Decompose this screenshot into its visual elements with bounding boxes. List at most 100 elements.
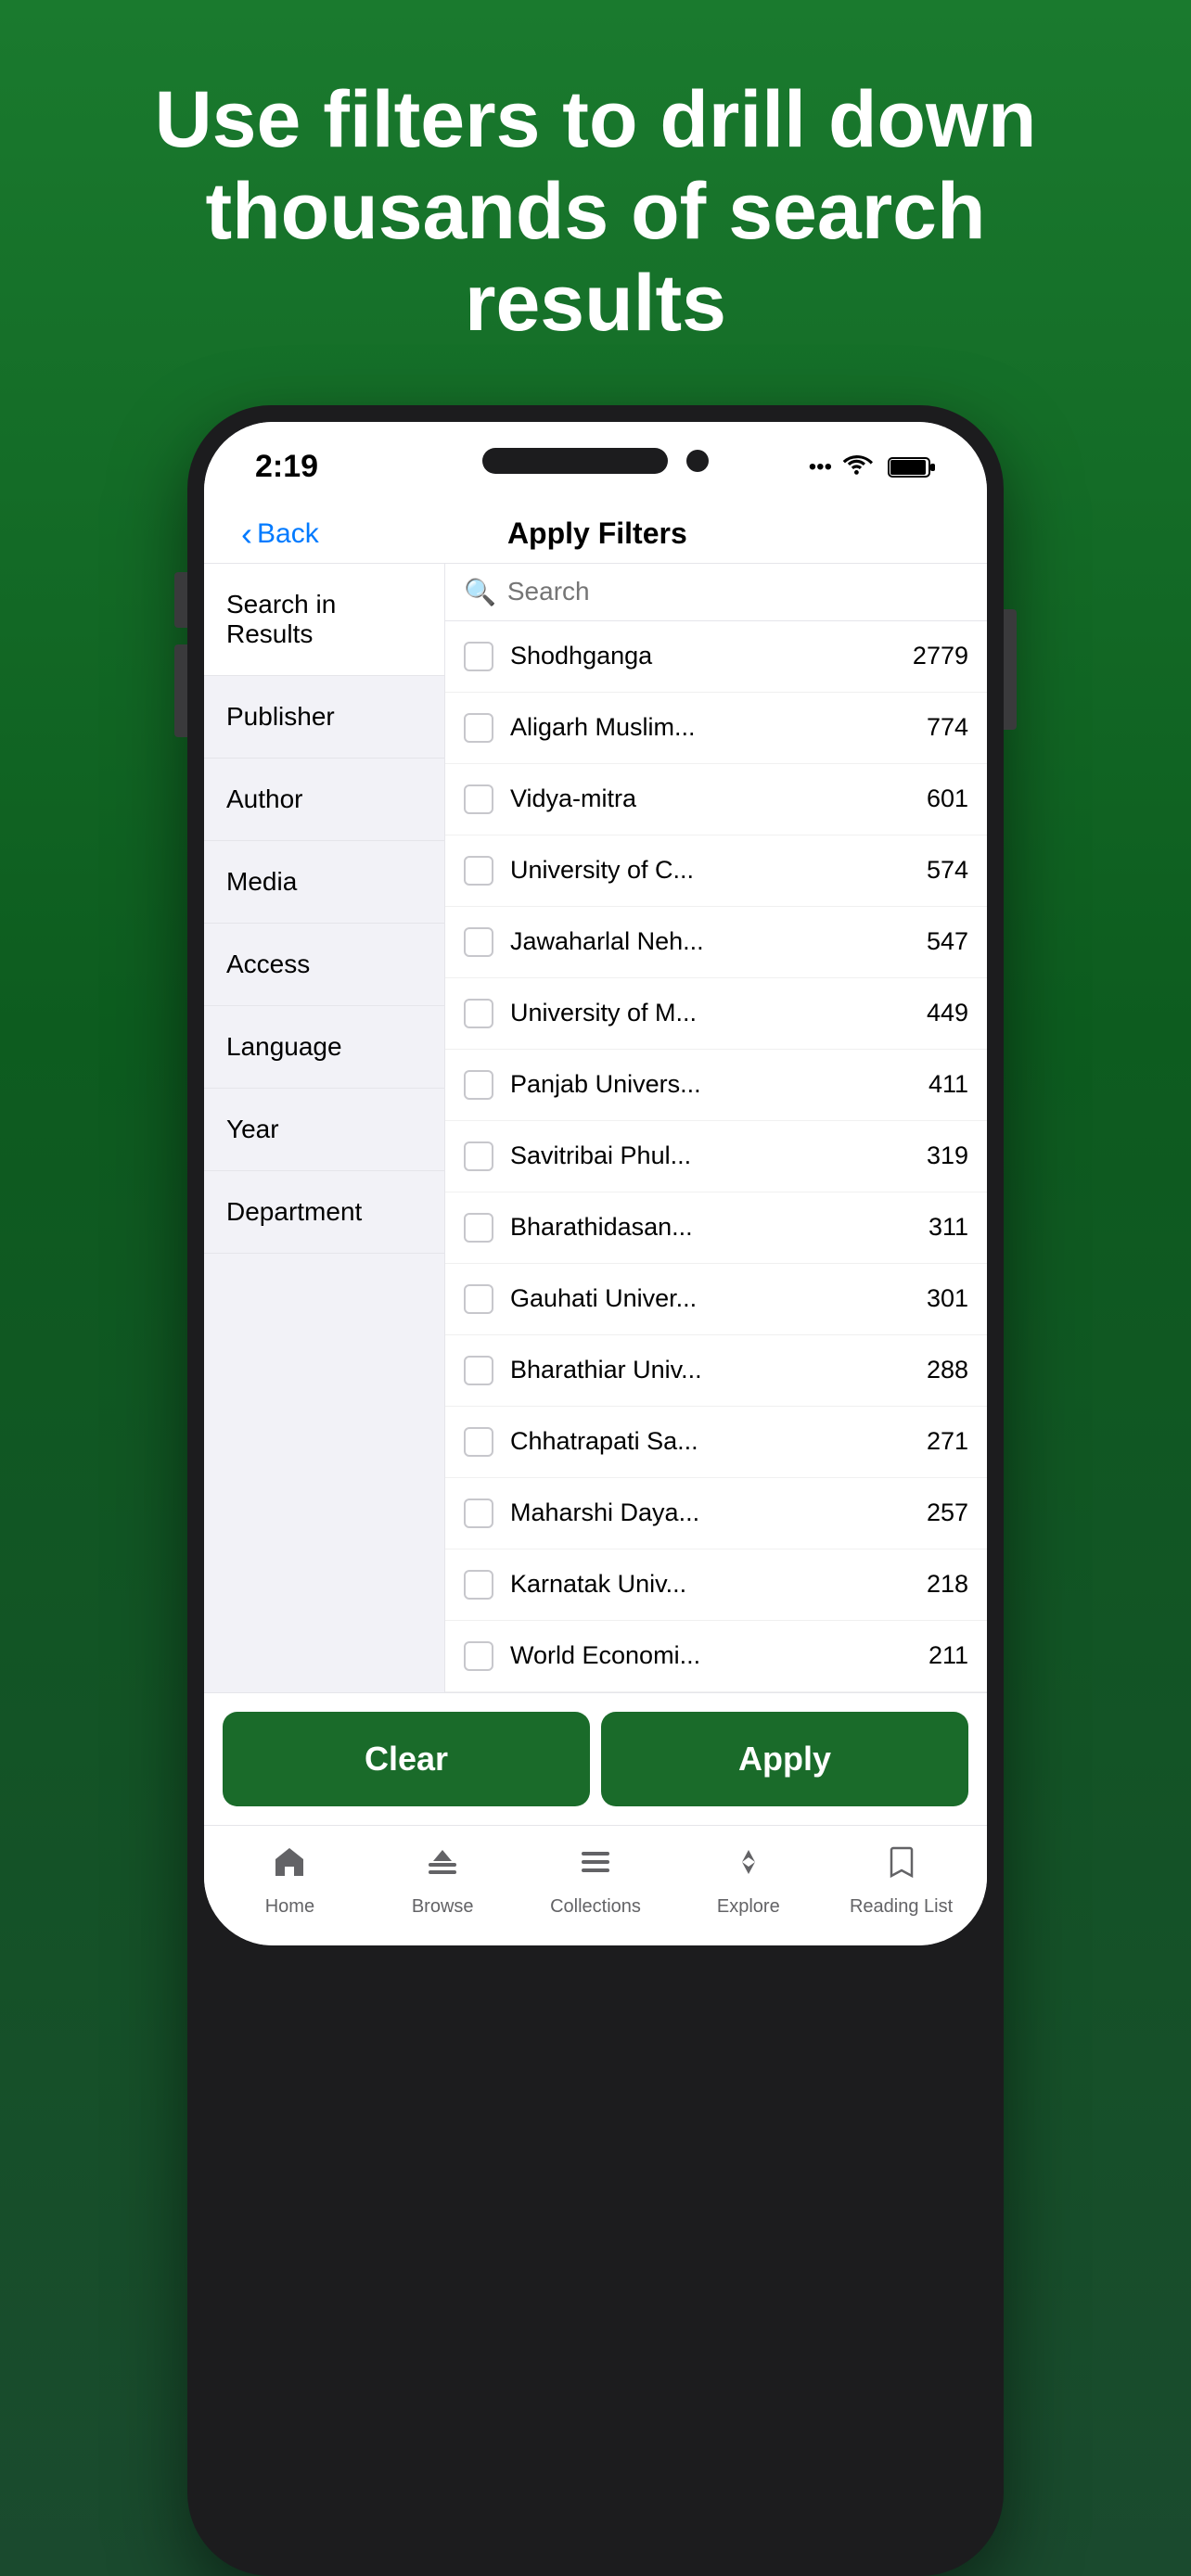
result-name: Gauhati Univer... bbox=[510, 1284, 910, 1313]
result-checkbox[interactable] bbox=[464, 784, 493, 814]
filter-sidebar: Search in Results Publisher Author Media… bbox=[204, 564, 445, 1692]
battery-icon bbox=[888, 455, 936, 479]
bottom-buttons: Clear Apply bbox=[204, 1692, 987, 1825]
side-buttons bbox=[174, 572, 187, 737]
back-label: Back bbox=[257, 518, 319, 550]
wifi-icon bbox=[843, 455, 877, 479]
result-row[interactable]: Panjab Univers... 411 bbox=[445, 1050, 987, 1121]
filter-publisher[interactable]: Publisher bbox=[204, 676, 444, 759]
result-name: University of M... bbox=[510, 999, 910, 1027]
result-name: Panjab Univers... bbox=[510, 1070, 912, 1099]
result-count: 574 bbox=[927, 856, 968, 885]
filter-author[interactable]: Author bbox=[204, 759, 444, 841]
signal-icon: ••• bbox=[809, 454, 832, 480]
tab-collections-label: Collections bbox=[550, 1896, 641, 1918]
result-row[interactable]: Bharathiar Univ... 288 bbox=[445, 1335, 987, 1407]
result-row[interactable]: Chhatrapati Sa...271 bbox=[445, 1407, 987, 1478]
result-count: 449 bbox=[927, 999, 968, 1027]
phone-wrapper: 2:19 ••• bbox=[178, 405, 1013, 2576]
result-checkbox[interactable] bbox=[464, 927, 493, 957]
tab-explore-label: Explore bbox=[717, 1896, 780, 1918]
search-input[interactable] bbox=[507, 577, 968, 606]
result-count: 211 bbox=[928, 1641, 968, 1670]
nav-bar: ‹ Back Apply Filters bbox=[204, 496, 987, 564]
clear-button[interactable]: Clear bbox=[223, 1712, 590, 1806]
result-name: Chhatrapati Sa... bbox=[510, 1427, 910, 1456]
results-panel: 🔍 Shodhganga2779 Aligarh Muslim... 774 Vidy… bbox=[445, 564, 987, 1692]
back-chevron-icon: ‹ bbox=[241, 515, 252, 554]
apply-button[interactable]: Apply bbox=[601, 1712, 968, 1806]
result-checkbox[interactable] bbox=[464, 1498, 493, 1528]
tab-reading-list-label: Reading List bbox=[850, 1896, 953, 1918]
result-row[interactable]: Jawaharlal Neh... 547 bbox=[445, 907, 987, 978]
result-row[interactable]: World Economi... 211 bbox=[445, 1621, 987, 1692]
filter-access[interactable]: Access bbox=[204, 924, 444, 1006]
result-name: Aligarh Muslim... bbox=[510, 713, 910, 742]
result-count: 288 bbox=[927, 1356, 968, 1384]
search-box: 🔍 bbox=[445, 564, 987, 621]
result-name: Maharshi Daya... bbox=[510, 1498, 910, 1527]
result-checkbox[interactable] bbox=[464, 1213, 493, 1243]
browse-icon bbox=[425, 1844, 460, 1889]
result-checkbox[interactable] bbox=[464, 1141, 493, 1171]
result-count: 311 bbox=[928, 1213, 968, 1242]
result-count: 411 bbox=[928, 1070, 968, 1099]
notch-area bbox=[482, 448, 709, 474]
result-row[interactable]: Karnatak Univ... 218 bbox=[445, 1549, 987, 1621]
result-row[interactable]: University of M... 449 bbox=[445, 978, 987, 1050]
result-checkbox[interactable] bbox=[464, 1356, 493, 1385]
results-container: Shodhganga2779 Aligarh Muslim... 774 Vidya-… bbox=[445, 621, 987, 1692]
result-count: 2779 bbox=[913, 642, 968, 670]
result-row[interactable]: Bharathidasan... 311 bbox=[445, 1192, 987, 1264]
result-checkbox[interactable] bbox=[464, 1570, 493, 1600]
result-checkbox[interactable] bbox=[464, 856, 493, 886]
result-name: Karnatak Univ... bbox=[510, 1570, 910, 1599]
result-row[interactable]: Aligarh Muslim... 774 bbox=[445, 693, 987, 764]
hero-text: Use filters to drill down thousands of s… bbox=[0, 0, 1191, 405]
result-name: World Economi... bbox=[510, 1641, 912, 1670]
filter-search-in-results[interactable]: Search in Results bbox=[204, 564, 444, 676]
content-area: Search in Results Publisher Author Media… bbox=[204, 564, 987, 1692]
result-checkbox[interactable] bbox=[464, 1284, 493, 1314]
result-name: Jawaharlal Neh... bbox=[510, 927, 910, 956]
home-icon bbox=[272, 1844, 307, 1889]
result-checkbox[interactable] bbox=[464, 1070, 493, 1100]
result-row[interactable]: Savitribai Phul... 319 bbox=[445, 1121, 987, 1192]
search-icon: 🔍 bbox=[464, 577, 496, 607]
tab-collections[interactable]: Collections bbox=[519, 1844, 672, 1918]
result-row[interactable]: Gauhati Univer...301 bbox=[445, 1264, 987, 1335]
result-count: 547 bbox=[927, 927, 968, 956]
result-count: 218 bbox=[927, 1570, 968, 1599]
result-checkbox[interactable] bbox=[464, 999, 493, 1028]
result-row[interactable]: Vidya-mitra 601 bbox=[445, 764, 987, 835]
reading-list-icon bbox=[884, 1844, 919, 1889]
filter-department[interactable]: Department bbox=[204, 1171, 444, 1254]
filter-language[interactable]: Language bbox=[204, 1006, 444, 1089]
tab-explore[interactable]: Explore bbox=[672, 1844, 825, 1918]
result-checkbox[interactable] bbox=[464, 1427, 493, 1457]
result-count: 774 bbox=[927, 713, 968, 742]
result-checkbox[interactable] bbox=[464, 642, 493, 671]
result-checkbox[interactable] bbox=[464, 1641, 493, 1671]
result-checkbox[interactable] bbox=[464, 713, 493, 743]
filter-year[interactable]: Year bbox=[204, 1089, 444, 1171]
status-bar: 2:19 ••• bbox=[204, 422, 987, 496]
result-count: 319 bbox=[927, 1141, 968, 1170]
tab-browse[interactable]: Browse bbox=[366, 1844, 519, 1918]
result-name: Savitribai Phul... bbox=[510, 1141, 910, 1170]
result-name: Vidya-mitra bbox=[510, 784, 910, 813]
back-button[interactable]: ‹ Back bbox=[241, 515, 319, 554]
tab-home[interactable]: Home bbox=[213, 1844, 366, 1918]
status-time: 2:19 bbox=[255, 449, 318, 485]
status-icons: ••• bbox=[809, 454, 936, 480]
filter-media[interactable]: Media bbox=[204, 841, 444, 924]
volume-up-btn bbox=[174, 572, 187, 628]
result-row[interactable]: Shodhganga2779 bbox=[445, 621, 987, 693]
result-name: Bharathidasan... bbox=[510, 1213, 912, 1242]
tab-reading-list[interactable]: Reading List bbox=[825, 1844, 978, 1918]
result-row[interactable]: University of C...574 bbox=[445, 835, 987, 907]
notch-camera bbox=[686, 450, 709, 472]
result-name: Bharathiar Univ... bbox=[510, 1356, 910, 1384]
result-row[interactable]: Maharshi Daya...257 bbox=[445, 1478, 987, 1549]
result-count: 601 bbox=[927, 784, 968, 813]
